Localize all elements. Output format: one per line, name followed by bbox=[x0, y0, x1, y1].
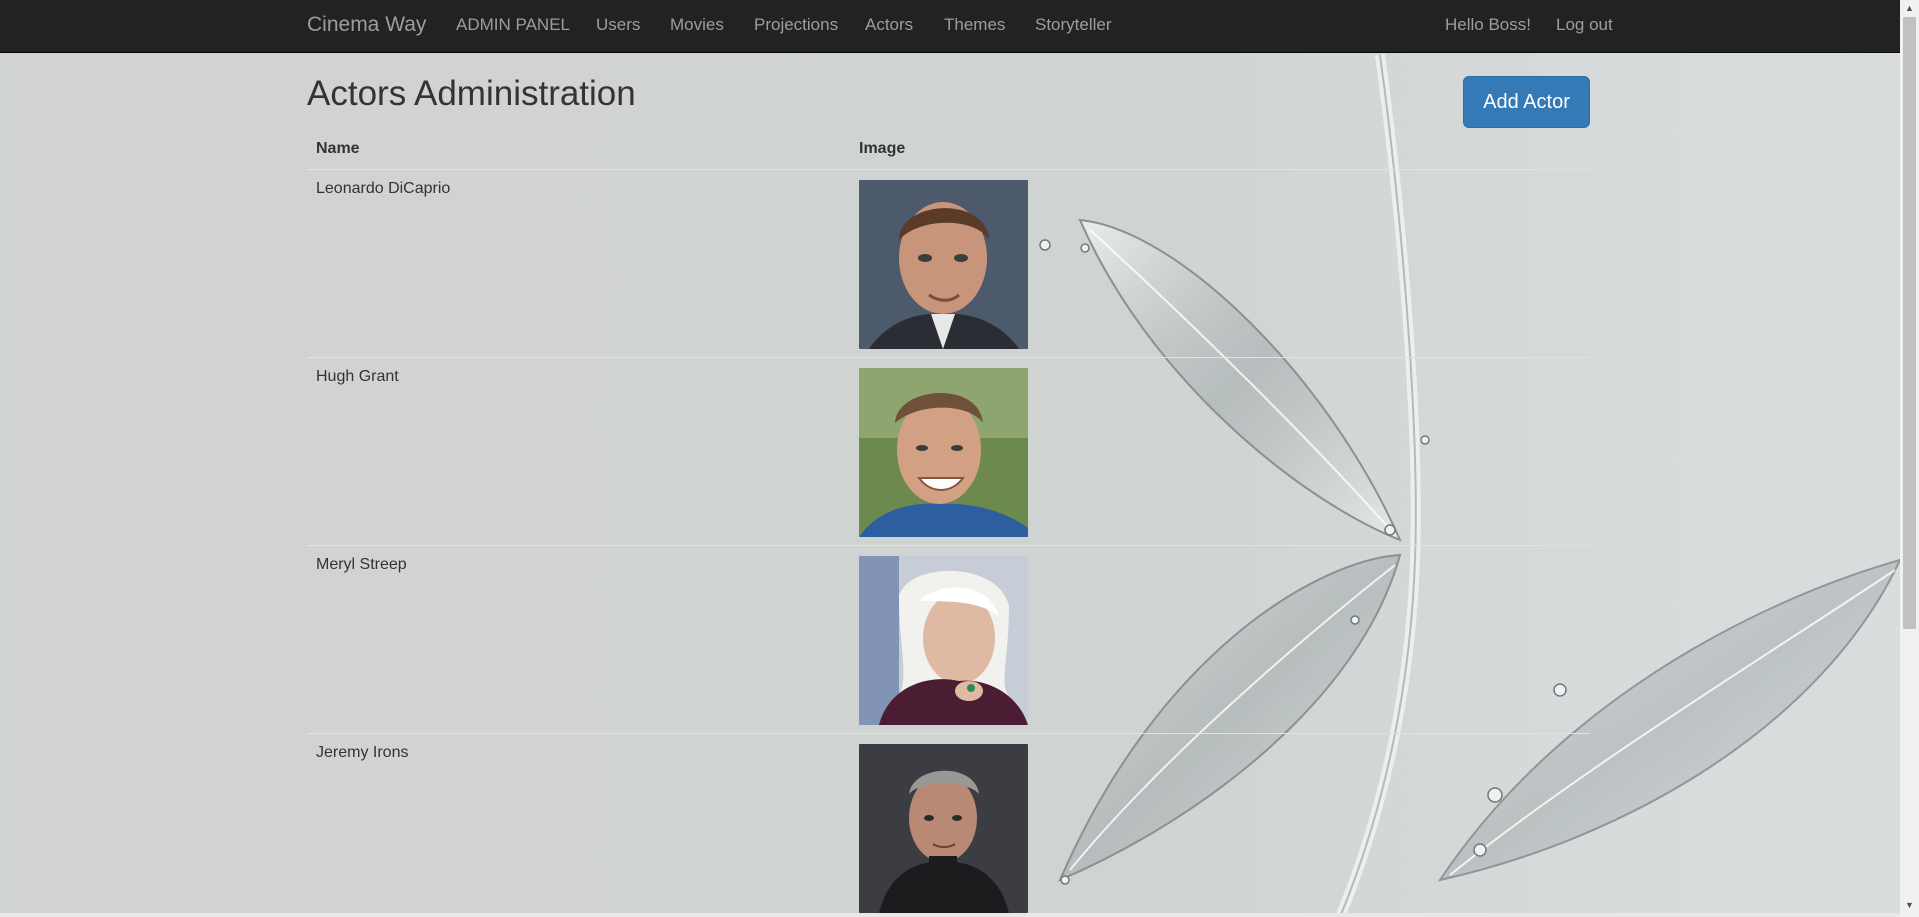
table-row: Hugh Grant bbox=[307, 357, 1590, 546]
nav-admin-panel[interactable]: ADMIN PANEL bbox=[456, 15, 570, 35]
actor-image-cell bbox=[850, 169, 1590, 358]
actor-portrait-image bbox=[859, 180, 1028, 349]
column-header-image: Image bbox=[850, 134, 1590, 170]
actor-portrait-image bbox=[859, 368, 1028, 537]
nav-projections[interactable]: Projections bbox=[754, 15, 838, 35]
nav-users[interactable]: Users bbox=[596, 15, 640, 35]
add-actor-button[interactable]: Add Actor bbox=[1463, 76, 1590, 128]
logout-link[interactable]: Log out bbox=[1556, 15, 1613, 35]
scroll-down-arrow-icon[interactable]: ▼ bbox=[1904, 900, 1915, 910]
actor-image-cell bbox=[850, 545, 1590, 734]
actors-table: Name Image Leonardo DiCaprio Hugh Grant … bbox=[307, 134, 1590, 917]
user-greeting-link[interactable]: Hello Boss! bbox=[1445, 15, 1531, 35]
column-header-name: Name bbox=[307, 134, 850, 170]
nav-actors[interactable]: Actors bbox=[865, 15, 913, 35]
table-row: Jeremy Irons bbox=[307, 733, 1590, 917]
actor-name: Hugh Grant bbox=[307, 357, 850, 546]
table-header-row: Name Image bbox=[307, 134, 1590, 170]
actor-portrait-image bbox=[859, 744, 1028, 913]
actor-name: Leonardo DiCaprio bbox=[307, 169, 850, 358]
actor-image-cell bbox=[850, 357, 1590, 546]
bottom-taskbar-strip bbox=[0, 913, 1900, 917]
nav-movies[interactable]: Movies bbox=[670, 15, 724, 35]
actor-name: Jeremy Irons bbox=[307, 733, 850, 917]
table-row: Leonardo DiCaprio bbox=[307, 169, 1590, 358]
actor-name: Meryl Streep bbox=[307, 545, 850, 734]
page-title: Actors Administration bbox=[307, 74, 636, 113]
top-navbar: Cinema Way ADMIN PANEL Users Movies Proj… bbox=[0, 0, 1900, 53]
vertical-scrollbar[interactable]: ▲ ▼ bbox=[1900, 0, 1919, 917]
nav-storyteller[interactable]: Storyteller bbox=[1035, 15, 1112, 35]
actor-portrait-image bbox=[859, 556, 1028, 725]
scroll-up-arrow-icon[interactable]: ▲ bbox=[1904, 3, 1915, 13]
nav-themes[interactable]: Themes bbox=[944, 15, 1005, 35]
actor-image-cell bbox=[850, 733, 1590, 917]
brand-link[interactable]: Cinema Way bbox=[307, 13, 426, 37]
table-row: Meryl Streep bbox=[307, 545, 1590, 734]
scroll-thumb[interactable] bbox=[1903, 17, 1916, 629]
